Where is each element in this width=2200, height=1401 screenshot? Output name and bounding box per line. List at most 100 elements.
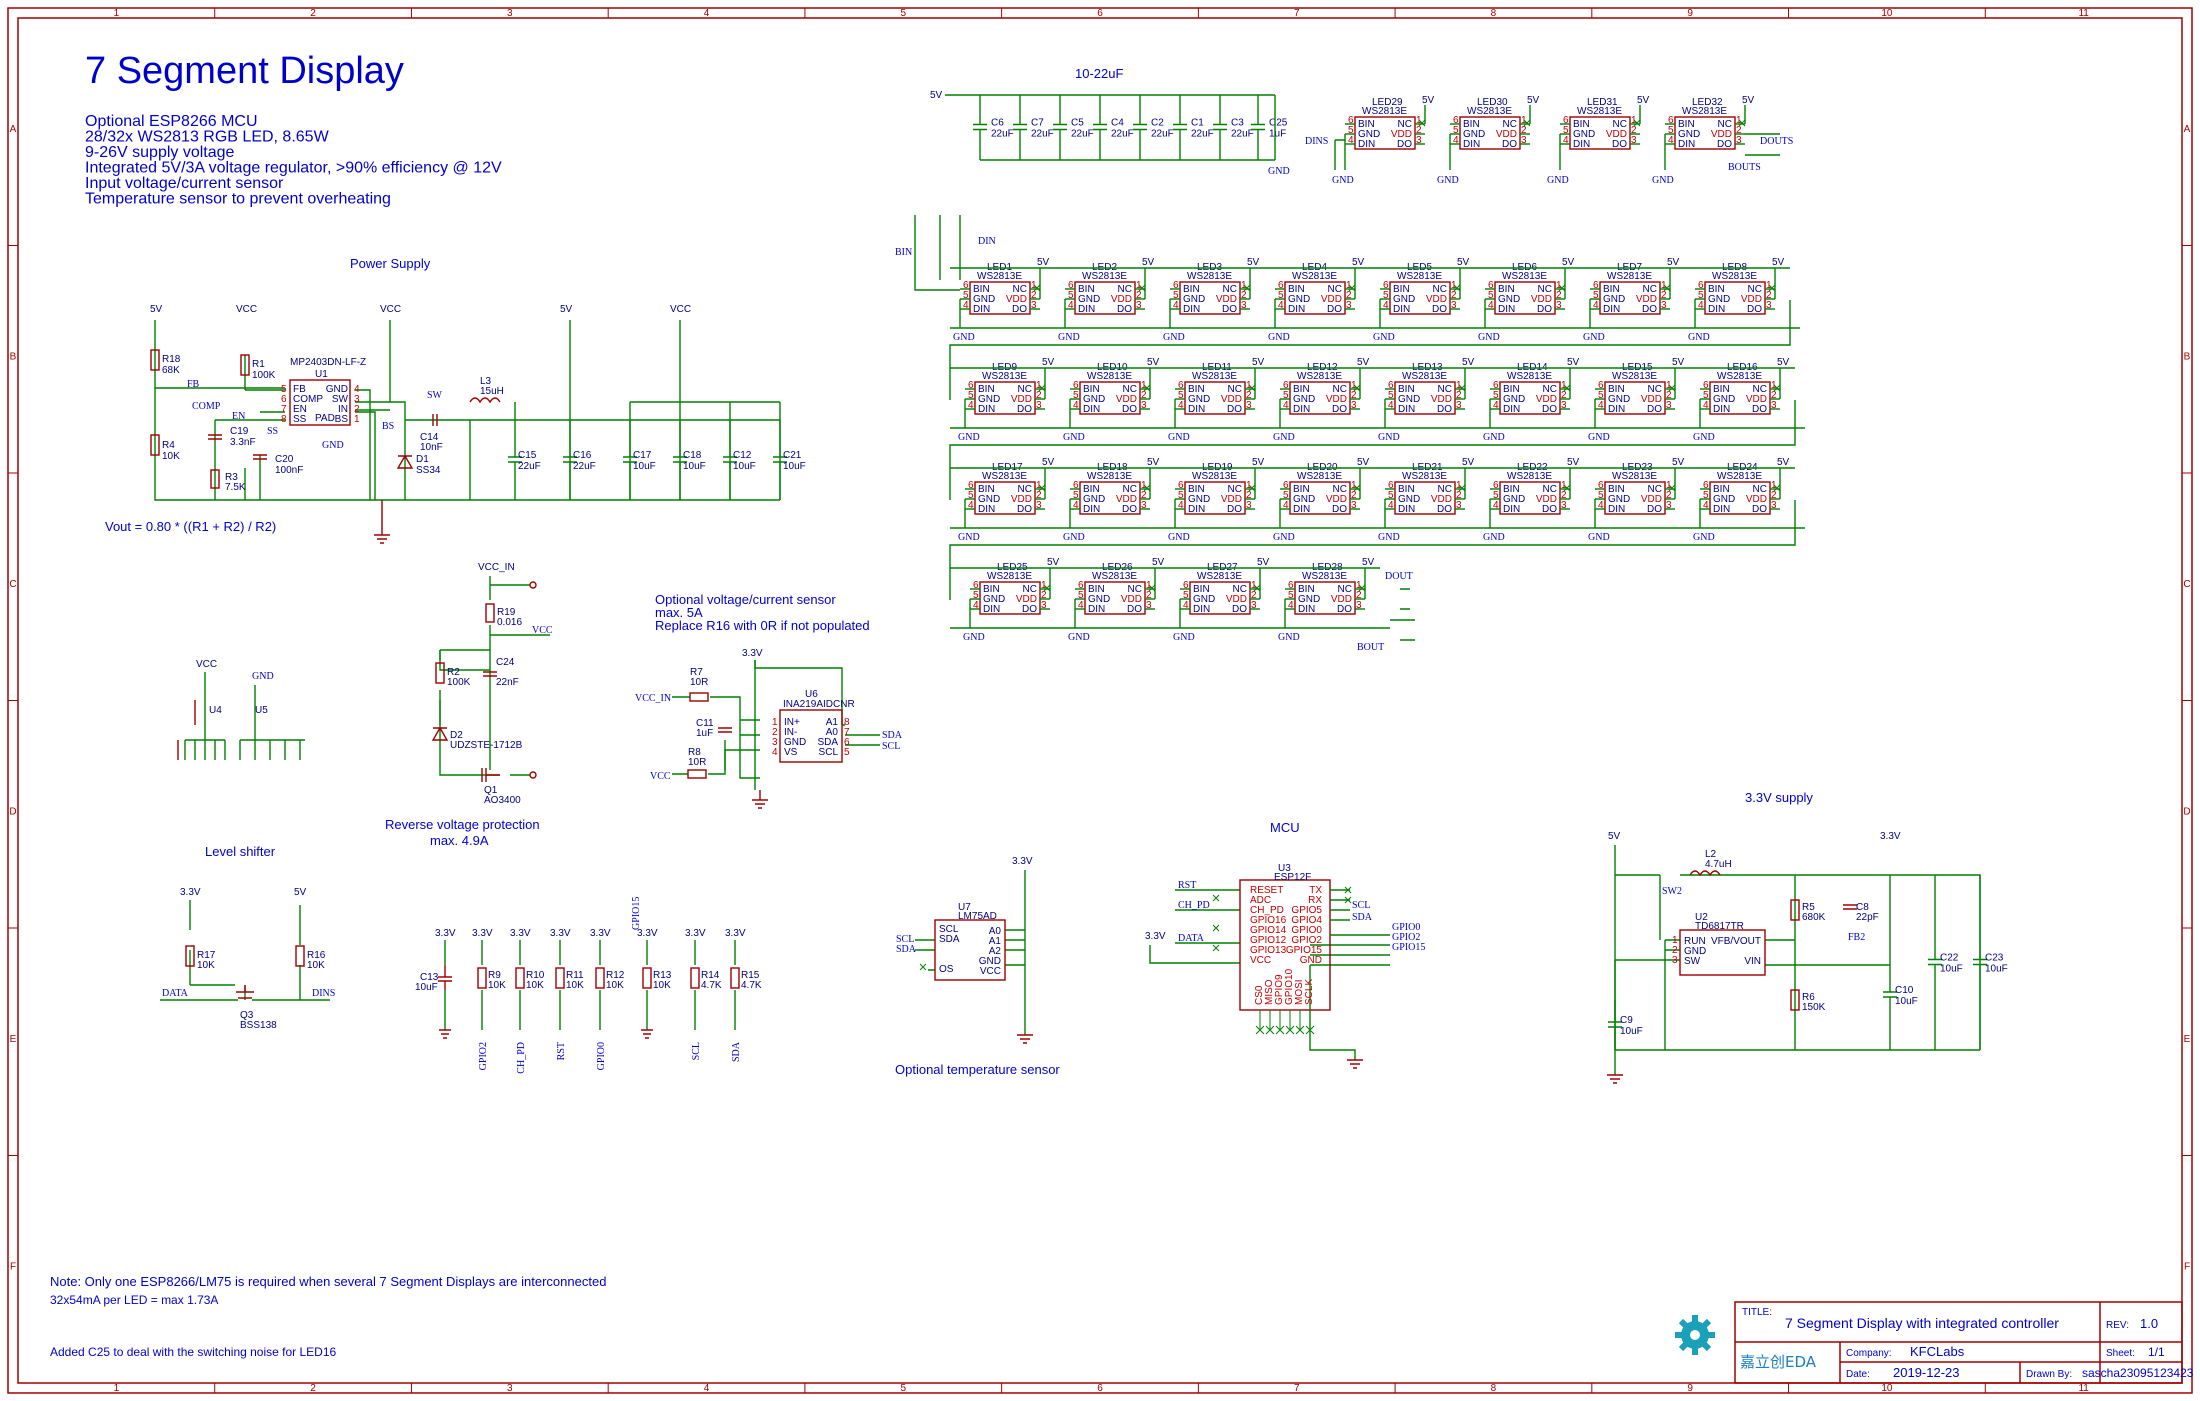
zone-row-right: B [2184, 351, 2191, 362]
zone-markers: 11223344556677889910101111A AB BC CD DE EF F [8, 8, 2192, 1394]
led-pin-num: 3 [1416, 135, 1422, 146]
zone-col-top: 2 [310, 8, 316, 19]
led-part: WS2813E [1612, 471, 1657, 482]
led-led11: LED11WS2813EBIN6GND5DIN4NC 1VDD 2DO 3 [1175, 362, 1256, 415]
pullup-33v: 3.3V [550, 928, 571, 939]
cap-ref: C5 [1071, 118, 1084, 129]
u7-part: LM75AD [958, 911, 997, 922]
led-pin-num: 3 [1771, 500, 1777, 511]
sensor-hint: Replace R16 with 0R if not populated [655, 618, 870, 633]
led-pin-right: DO [1127, 604, 1142, 615]
zone-col-bottom: 11 [2078, 1383, 2089, 1394]
header-note: Temperature sensor to prevent overheatin… [85, 191, 391, 208]
led-gnd: GND [1483, 532, 1505, 543]
led-pin-num: 4 [1178, 400, 1184, 411]
hdr-u4: U4 [209, 705, 222, 716]
led-pin-num: 4 [1283, 500, 1289, 511]
u6-pin-num: 5 [844, 747, 850, 758]
nc-mark [1275, 1010, 1285, 1035]
led-pin-num: 3 [1146, 600, 1152, 611]
r18-val: 68K [162, 365, 180, 376]
led-led3: LED3WS2813EBIN6GND5DIN4NC 1VDD 2DO 3 [1170, 262, 1251, 315]
pullup-block: 3.3VC1310uF3.3VR910KGPIO23.3VR1010KCH_PD… [415, 897, 762, 1074]
led-led20: LED20WS2813EBIN6GND5DIN4NC 1VDD 2DO 3 [1280, 462, 1361, 515]
led-part: WS2813E [1402, 471, 1447, 482]
led-led29: LED29WS2813EBIN6GND5DIN4NC 1VDD 2DO 3 [1345, 97, 1426, 150]
led-pin-num: 4 [1178, 500, 1184, 511]
cap-val: 10uF [1940, 964, 1963, 975]
led-pin-right: DO [1332, 504, 1347, 515]
led-part: WS2813E [1577, 106, 1622, 117]
led-pin-num: 4 [1453, 135, 1459, 146]
mcu-scl: SCL [1352, 900, 1370, 911]
pullup-net: RST [556, 1042, 567, 1060]
led-pin-num: 3 [1351, 400, 1357, 411]
led-gnd: GND [1273, 432, 1295, 443]
led-led31: LED31WS2813EBIN6GND5DIN4NC 1VDD 2DO 3 [1560, 97, 1641, 150]
led-5v: 5V [1562, 257, 1575, 268]
led-pin-left: DIN [1393, 304, 1410, 315]
mcu-ch-pd: CH_PD [1178, 900, 1210, 911]
led-5v: 5V [1672, 357, 1685, 368]
led-5v: 5V [1352, 257, 1365, 268]
capacitor [1173, 95, 1187, 160]
led-5v: 5V [1142, 257, 1155, 268]
led-pin-right: DO [1647, 504, 1662, 515]
led-pin-num: 3 [1141, 400, 1147, 411]
led-part: WS2813E [1467, 106, 1512, 117]
led-pin-num: 4 [1703, 400, 1709, 411]
led-part: WS2813E [1612, 371, 1657, 382]
led-pin-num: 4 [1598, 400, 1604, 411]
led-pin-left: DIN [1083, 404, 1100, 415]
hdr-u5: U5 [255, 705, 268, 716]
tb-drawn-by: sascha23095123423 [2082, 1366, 2194, 1380]
led-pin-num: 4 [1593, 300, 1599, 311]
sensor-scl: SCL [882, 741, 900, 752]
mcu-sda: SDA [1352, 912, 1373, 923]
zone-col-bottom: 9 [1687, 1383, 1693, 1394]
u2-pin-left: SW [1684, 956, 1701, 967]
c8-capacitor [1843, 904, 1857, 910]
schematic-sheet: 11223344556677889910101111A AB BC CD DE EF F 7… [7, 7, 2194, 1394]
pullup-33v: 3.3V [510, 928, 531, 939]
led-pin-num: 3 [1246, 500, 1252, 511]
led-5v: 5V [1247, 257, 1260, 268]
footer-note-1: Note: Only one ESP8266/LM75 is required … [50, 1274, 606, 1289]
led-part: WS2813E [987, 571, 1032, 582]
led-led6: LED6WS2813EBIN6GND5DIN4NC 1VDD 2DO 3 [1485, 262, 1566, 315]
r6-val: 150K [1802, 1002, 1826, 1013]
led-5v: 5V [1422, 95, 1435, 106]
led-pin-num: 3 [1136, 300, 1142, 311]
sensor-sda: SDA [882, 730, 903, 741]
led-led1: LED1WS2813EBIN6GND5DIN4NC 1VDD 2DO 3 [960, 262, 1041, 315]
zone-col-bottom: 10 [1881, 1383, 1893, 1394]
led-net-bouts: BOUTS [1728, 162, 1761, 173]
d1-ref: D1 [416, 454, 429, 465]
led-pin-left: DIN [1288, 304, 1305, 315]
led-net-bout: BOUT [1357, 642, 1384, 653]
led-pin-num: 4 [968, 400, 974, 411]
led-part: WS2813E [1502, 271, 1547, 282]
power-supply-block: MP2403DN-LF-Z U1 FB5COMP6EN7SS8GND 4SW 3IN… [150, 304, 806, 544]
led-gnd: GND [1168, 432, 1190, 443]
header-note: Optional ESP8266 MCU [85, 113, 258, 130]
led-gnd: GND [1437, 175, 1459, 186]
led-gnd: GND [1278, 632, 1300, 643]
level-dins: DINS [312, 988, 335, 999]
tb-sheet: 1/1 [2148, 1345, 2165, 1359]
sensor-block: U6 INA219AIDCNR IN+1IN-2GND3VS4A1 8A0 7SDA… [635, 648, 903, 809]
led-pin-left: DIN [1188, 404, 1205, 415]
led-pin-right: DO [1747, 304, 1762, 315]
led-pin-num: 3 [1031, 300, 1037, 311]
led-pin-left: DIN [1713, 504, 1730, 515]
cap-val: 10uF [783, 461, 806, 472]
cap-val: 22uF [1071, 129, 1094, 140]
led-pin-num: 4 [1183, 600, 1189, 611]
zone-row-left: B [10, 351, 17, 362]
led-pin-left: DIN [1503, 404, 1520, 415]
led-gnd: GND [953, 332, 975, 343]
mcu-rst: RST [1178, 880, 1196, 891]
led-pin-right: DO [1022, 604, 1037, 615]
level-shifter-title: Level shifter [205, 844, 276, 859]
led-part: WS2813E [1082, 271, 1127, 282]
